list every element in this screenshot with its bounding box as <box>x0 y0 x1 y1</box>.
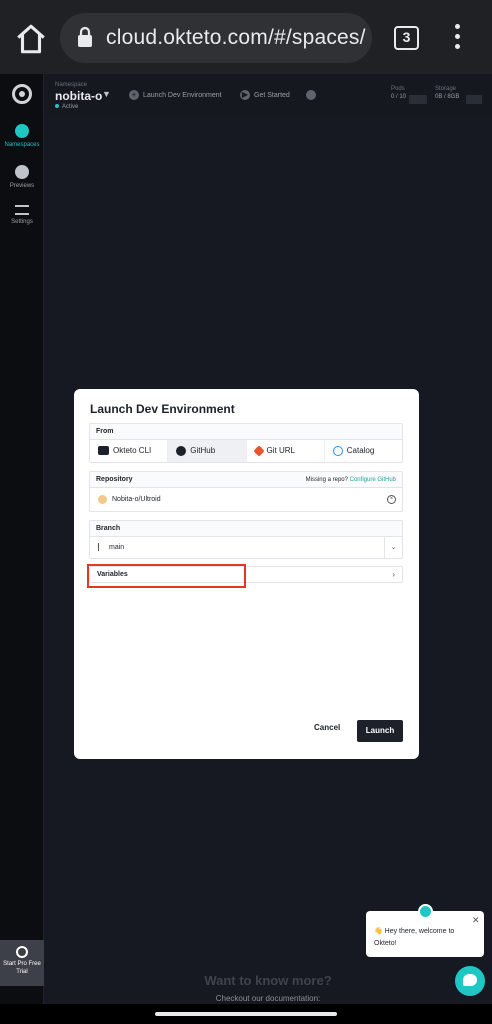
chat-launcher-button[interactable] <box>455 966 485 996</box>
tab-okteto-cli[interactable]: Okteto CLI <box>90 440 169 462</box>
home-icon[interactable] <box>14 22 48 56</box>
storage-label: Storage <box>435 86 457 92</box>
more-icon[interactable] <box>306 90 316 100</box>
repo-avatar-icon <box>98 494 107 504</box>
sidebar-item-previews[interactable]: Previews <box>0 165 44 189</box>
pods-value: 0 / 10 <box>391 94 407 100</box>
github-icon <box>176 445 187 456</box>
sidebar: Namespaces Previews Settings Start Pro F… <box>0 74 44 1004</box>
cancel-button[interactable]: Cancel <box>314 723 340 732</box>
namespace-status: Active <box>55 104 78 110</box>
git-icon <box>252 445 265 457</box>
tab-label: GitHub <box>190 446 216 455</box>
address-bar[interactable]: cloud.okteto.com/#/spaces/ <box>60 13 372 63</box>
repository-panel: Repository Missing a repo? Configure Git… <box>89 471 403 512</box>
want-to-know-more-heading: Want to know more? <box>204 973 332 988</box>
configure-github-link[interactable]: Configure GitHub <box>350 477 396 483</box>
branch-value: main <box>109 544 125 551</box>
storage-bar <box>466 95 482 104</box>
pods-label: Pods <box>391 86 405 92</box>
namespace-status-text: Active <box>62 104 79 110</box>
branch-select[interactable]: main ⌄ <box>90 537 402 558</box>
namespace-selector[interactable]: nobita-o <box>55 89 102 103</box>
branch-panel: Branch main ⌄ <box>89 520 403 559</box>
tab-git-url[interactable]: Git URL <box>247 440 325 462</box>
clear-icon[interactable]: × <box>387 495 396 504</box>
chat-avatar <box>418 904 433 919</box>
documentation-text: Checkout our documentation: <box>215 994 321 1003</box>
pro-icon <box>16 946 28 958</box>
launch-dev-env-nav-button[interactable]: + Launch Dev Environment <box>129 90 222 100</box>
tab-github[interactable]: GitHub <box>168 440 247 462</box>
okteto-logo-icon[interactable] <box>12 84 32 104</box>
namespaces-icon <box>15 124 29 138</box>
tab-label: Okteto CLI <box>113 446 152 455</box>
sidebar-item-settings[interactable]: Settings <box>0 205 44 225</box>
storage-value: 0B / 8GB <box>435 94 460 100</box>
tab-switcher-button[interactable]: 3 <box>394 26 419 50</box>
close-icon[interactable]: ✕ <box>472 915 480 926</box>
branch-label: Branch <box>90 521 402 537</box>
namespace-label: Namespace <box>55 82 88 88</box>
navigation-gesture-bar <box>0 1004 492 1024</box>
repository-value: Nobita-o/Ultroid <box>112 496 161 503</box>
get-started-nav-button[interactable]: ▶ Get Started <box>240 90 290 100</box>
home-gesture-handle[interactable] <box>155 1012 337 1016</box>
sidebar-item-label: Previews <box>9 183 35 189</box>
settings-icon <box>15 205 29 215</box>
get-started-label: Get Started <box>254 91 290 99</box>
plus-icon: + <box>129 90 139 100</box>
top-navigation: Namespace nobita-o ▼ Active + Launch Dev … <box>44 74 492 116</box>
source-tabs: Okteto CLI GitHub Git URL Catalog <box>90 440 402 462</box>
play-icon: ▶ <box>240 90 250 100</box>
chat-message: 👋 Hey there, welcome to Okteto! <box>374 928 455 947</box>
lock-icon <box>78 26 92 47</box>
sidebar-item-label: Namespaces <box>4 142 40 148</box>
tab-label: Git URL <box>266 446 295 455</box>
tab-catalog[interactable]: Catalog <box>325 440 402 462</box>
browser-toolbar: cloud.okteto.com/#/spaces/ 3 <box>0 0 492 74</box>
helm-icon <box>332 445 343 456</box>
chevron-down-icon[interactable]: ▼ <box>102 89 111 99</box>
start-pro-trial-button[interactable]: Start Pro Free Trial <box>0 940 44 986</box>
status-dot-icon <box>55 104 59 108</box>
tab-label: Catalog <box>346 446 375 455</box>
repository-header: Repository Missing a repo? Configure Git… <box>90 472 402 488</box>
pods-bar <box>409 95 427 104</box>
sidebar-item-label: Settings <box>11 219 33 225</box>
storage-quota: Storage 0B / 8GB <box>435 86 482 104</box>
from-panel: From Okteto CLI GitHub Git URL Catalog <box>89 423 403 463</box>
chevron-right-icon: › <box>392 570 395 579</box>
branch-icon <box>98 543 104 552</box>
start-pro-label: Start Pro Free Trial <box>3 961 41 975</box>
chevron-down-icon[interactable]: ⌄ <box>384 537 402 558</box>
repository-label: Repository <box>96 476 133 483</box>
launch-nav-label: Launch Dev Environment <box>143 91 222 99</box>
from-label: From <box>90 424 402 440</box>
launch-button[interactable]: Launch <box>357 720 403 742</box>
pods-quota: Pods 0 / 10 <box>391 86 427 104</box>
terminal-icon <box>98 446 109 456</box>
dialog-title: Launch Dev Environment <box>90 402 235 416</box>
url-text: cloud.okteto.com/#/spaces/ <box>106 26 366 49</box>
repository-select[interactable]: Nobita-o/Ultroid × <box>90 488 402 511</box>
sidebar-item-namespaces[interactable]: Namespaces <box>0 124 44 148</box>
previews-icon <box>15 165 29 179</box>
browser-menu-icon[interactable] <box>449 24 465 52</box>
variables-highlight-box <box>87 564 246 588</box>
missing-repo-text: Missing a repo? <box>305 477 348 483</box>
missing-repo-hint: Missing a repo? Configure GitHub <box>306 472 396 487</box>
